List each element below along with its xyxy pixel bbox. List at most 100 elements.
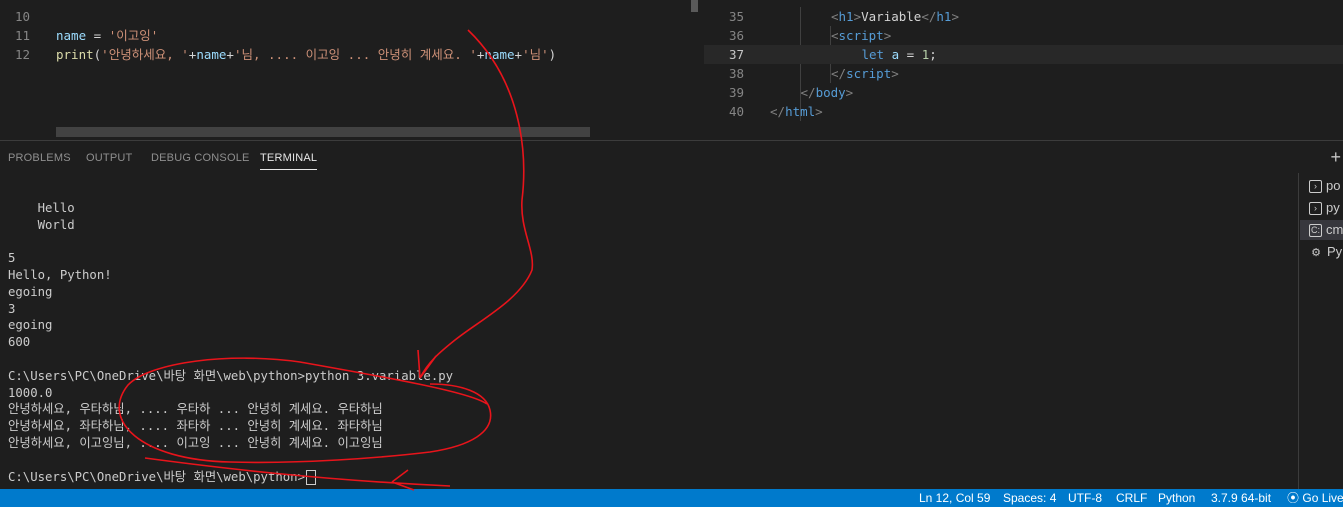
code-token: h1 xyxy=(838,9,854,24)
horizontal-scrollbar[interactable] xyxy=(56,127,590,137)
code-token: < xyxy=(831,9,839,24)
code-token: name xyxy=(56,28,87,43)
terminal-line: 안녕하세요, 좌타하님, .... 좌타하 ... 안녕히 계세요. 좌타하님 xyxy=(8,419,383,434)
line-number: 12 xyxy=(14,47,30,62)
terminal-line: Hello, Python! xyxy=(8,267,112,282)
code-token: </ xyxy=(921,9,937,24)
terminal-list-label: py xyxy=(1326,200,1340,215)
terminal-list-label: Py xyxy=(1327,244,1343,259)
terminal-line: egoing xyxy=(8,284,53,299)
code-content: </html> xyxy=(770,102,823,121)
terminal-list-item[interactable]: › py xyxy=(1309,198,1340,218)
code-line[interactable]: 36 <script> xyxy=(704,26,1343,45)
status-indentation[interactable]: Spaces: 4 xyxy=(1003,489,1056,507)
code-token: > xyxy=(853,9,862,24)
terminal-prompt-line[interactable]: C:\Users\PC\OneDrive\바탕 화면\web\python> xyxy=(8,469,1288,486)
minimap-slider[interactable] xyxy=(691,0,698,12)
terminal-cursor xyxy=(305,469,316,485)
code-token: = xyxy=(86,28,109,43)
tab-output[interactable]: OUTPUT xyxy=(86,152,132,164)
code-line[interactable]: 39 </body> xyxy=(704,83,1343,102)
tab-terminal[interactable]: TERMINAL xyxy=(260,152,318,170)
cmd-icon: C: xyxy=(1309,224,1322,238)
line-number: 38 xyxy=(728,66,744,81)
code-token: </ xyxy=(800,85,816,100)
status-go-live[interactable]: ⦿ Go Live xyxy=(1287,489,1343,507)
code-token: script xyxy=(846,66,892,81)
code-token: script xyxy=(838,28,884,43)
code-token: </ xyxy=(770,104,786,119)
terminal-line: 3 xyxy=(8,301,16,316)
editor-html[interactable]: 35 <h1>Variable</h1> 36 <script> 37 let a = 1… xyxy=(704,0,1343,140)
code-token: h1 xyxy=(936,9,952,24)
code-line[interactable]: 40 </html> xyxy=(704,102,1343,121)
code-line[interactable]: 38 </script> xyxy=(704,64,1343,83)
code-token: body xyxy=(815,85,846,100)
code-token: name xyxy=(484,47,515,62)
code-token: </ xyxy=(831,66,847,81)
editor-divider xyxy=(605,0,691,140)
status-bar: Ln 12, Col 59 Spaces: 4 UTF-8 CRLF Pytho… xyxy=(0,489,1343,507)
terminal-line: 600 xyxy=(8,335,31,350)
code-token: > xyxy=(891,66,899,81)
code-token: ; xyxy=(929,47,937,62)
terminal-line: Hello xyxy=(8,200,75,215)
line-number: 39 xyxy=(728,85,744,100)
terminal-list-item[interactable]: › po xyxy=(1309,176,1340,196)
code-token: let xyxy=(861,47,885,62)
status-language[interactable]: Python xyxy=(1158,489,1195,507)
terminal-list-item[interactable]: ⚙ Py xyxy=(1309,242,1342,262)
terminal-line: egoing xyxy=(8,318,53,333)
minimap[interactable] xyxy=(690,0,704,140)
status-cursor-position[interactable]: Ln 12, Col 59 xyxy=(919,489,990,507)
terminal-list-label: po xyxy=(1326,178,1341,193)
debug-gear-icon: ⚙ xyxy=(1311,246,1321,259)
code-line[interactable]: 35 <h1>Variable</h1> xyxy=(704,7,1343,26)
tab-problems[interactable]: PROBLEMS xyxy=(8,152,71,164)
status-interpreter[interactable]: 3.7.9 64-bit xyxy=(1211,489,1271,507)
terminal-line: World xyxy=(8,217,75,232)
terminal-list-item[interactable]: C: cm xyxy=(1300,220,1343,240)
code-token: '이고잉' xyxy=(108,28,159,43)
bottom-panel: PROBLEMS OUTPUT DEBUG CONSOLE TERMINAL +… xyxy=(0,140,1343,490)
code-token: > xyxy=(815,104,823,119)
line-number: 37 xyxy=(728,47,744,62)
code-content: print('안녕하세요, '+name+'님, .... 이고잉 ... 안녕… xyxy=(56,45,556,64)
terminal-line: 1000.0 xyxy=(8,385,53,400)
code-token: + xyxy=(226,47,234,62)
code-token: > xyxy=(951,9,959,24)
code-content: let a = 1; xyxy=(862,45,937,64)
terminal-icon: › xyxy=(1309,180,1322,194)
editor-python[interactable]: 10 11 name = '이고잉' 12 print('안녕하세요, '+name+'… xyxy=(0,0,605,140)
terminal-output[interactable]: Hello World 5 Hello, Python! egoing 3 egoing… xyxy=(8,183,1288,488)
tab-debug-console[interactable]: DEBUG CONSOLE xyxy=(151,152,250,164)
line-number: 35 xyxy=(728,9,744,24)
panel-tabs: PROBLEMS OUTPUT DEBUG CONSOLE TERMINAL + xyxy=(0,141,1343,175)
code-token: name xyxy=(196,47,227,62)
code-line-active[interactable]: 37 let a = 1; xyxy=(704,45,1343,64)
editor-area: 10 11 name = '이고잉' 12 print('안녕하세요, '+name+'… xyxy=(0,0,1343,140)
code-token: > xyxy=(883,28,892,43)
code-content: <h1>Variable</h1> xyxy=(831,7,959,26)
terminal-line: 5 xyxy=(8,251,16,266)
code-token: ) xyxy=(548,47,557,62)
line-number: 11 xyxy=(14,28,30,43)
line-number: 36 xyxy=(728,28,744,43)
code-token: + xyxy=(514,47,523,62)
terminal-list-label: cm xyxy=(1326,222,1343,237)
code-token: = xyxy=(899,47,922,62)
code-token: html xyxy=(785,104,816,119)
code-token: > xyxy=(845,85,854,100)
line-number: 40 xyxy=(728,104,744,119)
code-token: Variable xyxy=(861,9,922,24)
status-eol[interactable]: CRLF xyxy=(1116,489,1147,507)
new-terminal-icon[interactable]: + xyxy=(1330,147,1341,168)
code-content: <script> xyxy=(831,26,891,45)
status-encoding[interactable]: UTF-8 xyxy=(1068,489,1102,507)
terminal-line: 안녕하세요, 이고잉님, .... 이고잉 ... 안녕히 계세요. 이고잉님 xyxy=(8,435,383,450)
code-token: print xyxy=(56,47,94,62)
